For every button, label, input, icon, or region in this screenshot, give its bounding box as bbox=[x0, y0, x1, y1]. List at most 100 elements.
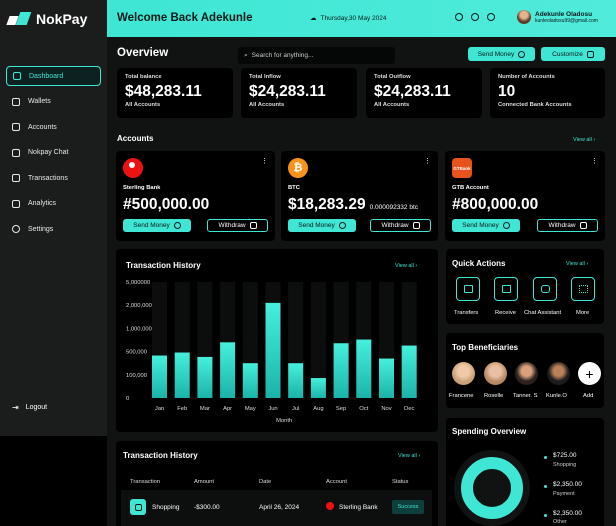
more-options-icon[interactable]: ⋮ bbox=[261, 157, 268, 165]
customize-label: Customize bbox=[552, 50, 583, 58]
search-placeholder: Search for anything... bbox=[251, 52, 314, 59]
legend-value: $2,350.00 bbox=[553, 510, 582, 517]
grid-icon[interactable] bbox=[571, 277, 595, 301]
logout-icon: ⇥ bbox=[12, 403, 19, 412]
sidebar-item-analytics[interactable]: Analytics bbox=[6, 194, 101, 214]
bar-oct[interactable] bbox=[356, 339, 372, 398]
sidebar-item-label: Transactions bbox=[28, 174, 68, 182]
more-options-icon[interactable]: ⋮ bbox=[591, 157, 598, 165]
bar-jul[interactable] bbox=[288, 363, 304, 398]
bar-nov[interactable] bbox=[379, 358, 394, 398]
stat-card-total-balance: Total balance $48,283.11 All Accounts bbox=[117, 68, 233, 118]
stat-label: Total Inflow bbox=[249, 74, 281, 80]
more-options-icon[interactable]: ⋮ bbox=[424, 157, 431, 165]
x-tick-label: Nov bbox=[381, 406, 391, 412]
sidebar-item-wallets[interactable]: Wallets bbox=[6, 92, 101, 112]
chat-assistant-icon[interactable] bbox=[533, 277, 557, 301]
customize-button[interactable]: Customize bbox=[541, 47, 605, 61]
sidebar-item-dashboard[interactable]: Dashboard bbox=[6, 66, 101, 86]
withdraw-button[interactable]: Withdraw bbox=[537, 219, 598, 232]
logout-button[interactable]: ⇥ Logout bbox=[12, 403, 47, 412]
transactions-icon bbox=[12, 174, 20, 182]
home-icon bbox=[13, 72, 21, 80]
legend-dot bbox=[544, 514, 547, 517]
add-label: Add bbox=[583, 393, 594, 399]
shopping-icon bbox=[130, 499, 146, 515]
y-tick-label: 0 bbox=[126, 396, 129, 402]
add-beneficiary-button[interactable]: + bbox=[578, 362, 601, 385]
withdraw-button[interactable]: Withdraw bbox=[207, 219, 268, 232]
account-balance-value: #800,000.00 bbox=[452, 196, 539, 213]
sidebar-item-settings[interactable]: Settings bbox=[6, 219, 101, 239]
stat-label: Total Outflow bbox=[374, 74, 411, 80]
app-name: NokPay bbox=[36, 11, 88, 27]
sidebar-item-label: Wallets bbox=[28, 98, 51, 105]
legend-label: Payment bbox=[553, 491, 575, 497]
bar-mar[interactable] bbox=[197, 356, 213, 398]
stat-card-total-inflow: Total Inflow $24,283.11 All Accounts bbox=[241, 68, 357, 118]
sidebar-item-nokpay-chat[interactable]: Nokpay Chat bbox=[6, 143, 101, 163]
analytics-icon bbox=[12, 199, 20, 208]
tx-date: April 26, 2024 bbox=[259, 504, 300, 511]
table-view-all-link[interactable]: View all › bbox=[398, 453, 420, 459]
sidebar-item-accounts[interactable]: Accounts bbox=[6, 117, 101, 137]
send-money-button[interactable]: Send Money bbox=[468, 47, 535, 61]
sidebar-item-transactions[interactable]: Transactions bbox=[6, 168, 101, 188]
x-tick-label: Apr bbox=[223, 406, 232, 412]
bar-feb[interactable] bbox=[174, 352, 190, 398]
top-bar: Welcome Back Adekunle ☁ Thursday,30 May … bbox=[107, 0, 616, 37]
x-tick-label: Dec bbox=[404, 406, 414, 412]
sidebar-item-label: Analytics bbox=[28, 200, 57, 207]
send-money-button[interactable]: Send Money bbox=[452, 219, 520, 232]
account-card-gtb: GTBank ⋮ GTB Account #800,000.00 Send Mo… bbox=[445, 151, 605, 241]
send-money-button[interactable]: Send Money bbox=[123, 219, 191, 232]
moon-icon[interactable] bbox=[455, 13, 463, 21]
app-logo[interactable]: NokPay bbox=[8, 11, 87, 27]
beneficiary-name: Roselle bbox=[484, 393, 504, 399]
legend-value: $2,350.00 bbox=[553, 481, 582, 488]
legend-dot bbox=[544, 456, 547, 459]
date-text: Thursday,30 May 2024 bbox=[320, 14, 387, 22]
y-tick-label: 1,000,000 bbox=[126, 326, 152, 332]
sterling-bank-logo-icon bbox=[123, 158, 143, 178]
tx-amount: -$300.00 bbox=[194, 504, 220, 511]
bar-aug[interactable] bbox=[310, 378, 326, 398]
welcome-message: Welcome Back Adekunle bbox=[117, 12, 253, 24]
tx-name: Shopping bbox=[152, 504, 180, 511]
stat-card-total-outflow: Total Outflow $24,283.11 All Accounts bbox=[366, 68, 482, 118]
legend-value: $725.00 bbox=[553, 452, 577, 459]
x-tick-label: Feb bbox=[177, 406, 187, 412]
notification-icon[interactable] bbox=[471, 13, 479, 21]
bar-jun[interactable] bbox=[265, 302, 281, 398]
bar-may[interactable] bbox=[242, 363, 258, 398]
table-title: Transaction History bbox=[123, 451, 198, 460]
receive-icon[interactable] bbox=[494, 277, 518, 301]
quick-actions-view-all-link[interactable]: View all › bbox=[566, 261, 588, 267]
beneficiary-name: Tanner. S bbox=[513, 393, 538, 399]
transfer-icon[interactable] bbox=[456, 277, 480, 301]
date-display: ☁ Thursday,30 May 2024 bbox=[310, 14, 387, 23]
account-balance: #500,000.00 bbox=[123, 196, 209, 214]
avatar[interactable] bbox=[484, 362, 507, 385]
avatar[interactable] bbox=[547, 362, 570, 385]
avatar[interactable] bbox=[515, 362, 538, 385]
withdraw-button[interactable]: Withdraw bbox=[370, 219, 431, 232]
account-bank-name: GTB Account bbox=[452, 185, 489, 191]
x-tick-label: Jul bbox=[292, 406, 299, 412]
accounts-view-all-link[interactable]: View all › bbox=[573, 137, 595, 143]
withdraw-label: Withdraw bbox=[548, 222, 576, 229]
withdraw-label: Withdraw bbox=[218, 222, 246, 229]
mic-icon[interactable] bbox=[487, 13, 495, 21]
bar-apr[interactable] bbox=[220, 342, 236, 398]
bar-dec[interactable] bbox=[401, 345, 417, 398]
user-profile[interactable]: Adekunle Oladosu kunleoladosu99@gmail.co… bbox=[517, 10, 598, 24]
sidebar-item-label: Accounts bbox=[28, 123, 57, 131]
column-header-date: Date bbox=[259, 479, 272, 485]
btc-amount: 0.000092332 btc bbox=[369, 204, 419, 211]
avatar[interactable] bbox=[452, 362, 475, 385]
x-tick-label: May bbox=[245, 406, 256, 412]
send-money-button[interactable]: Send Money bbox=[288, 219, 356, 232]
bar-sep[interactable] bbox=[333, 343, 349, 398]
search-input[interactable]: ⌕ Search for anything... bbox=[238, 47, 395, 64]
bar-jan[interactable] bbox=[152, 355, 167, 398]
